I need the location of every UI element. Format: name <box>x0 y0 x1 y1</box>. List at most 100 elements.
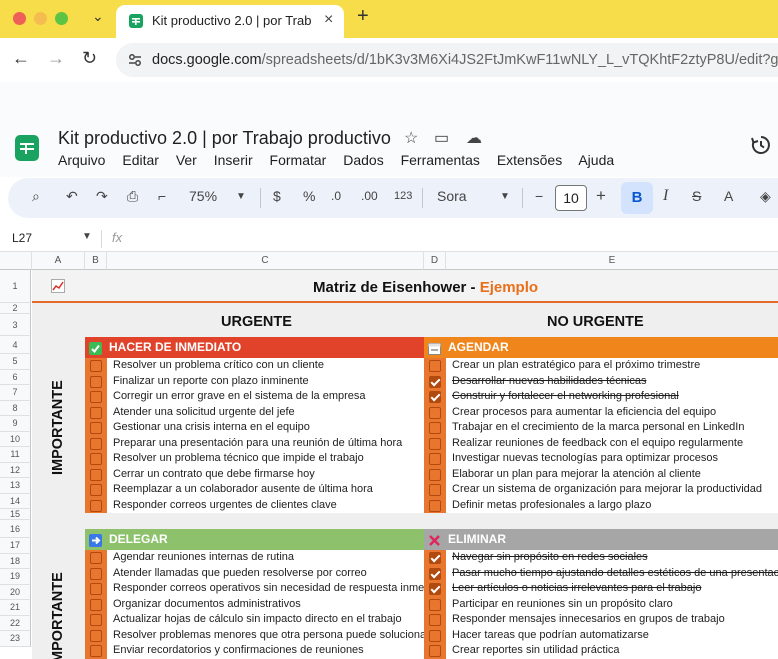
tab-search-chevron-icon[interactable]: ⌄ <box>92 8 104 25</box>
row-header[interactable]: 10 <box>0 431 31 447</box>
task-checkbox[interactable] <box>429 437 441 450</box>
address-bar[interactable]: docs.google.com/spreadsheets/d/1bK3v3M6X… <box>116 43 778 77</box>
task-checkbox[interactable] <box>90 499 102 512</box>
menu-ver[interactable]: Ver <box>176 152 197 168</box>
row-header[interactable]: 6 <box>0 369 31 385</box>
task-row[interactable]: Crear procesos para aumentar la eficienc… <box>446 404 778 420</box>
task-checkbox[interactable] <box>429 583 441 595</box>
task-checkbox[interactable] <box>90 583 102 595</box>
percent-format-button[interactable]: % <box>303 188 315 204</box>
document-title[interactable]: Kit productivo 2.0 | por Trabajo product… <box>58 128 391 149</box>
font-chevron-down-icon[interactable]: ▼ <box>500 191 510 202</box>
cloud-status-icon[interactable]: ☁ <box>466 128 482 148</box>
task-row[interactable]: Trabajar en el crecimiento de la marca p… <box>446 420 778 436</box>
task-row[interactable]: Crear un sistema de organización para me… <box>446 482 778 498</box>
reload-icon[interactable]: ↻ <box>82 48 97 69</box>
back-arrow-icon[interactable]: ← <box>12 48 30 69</box>
row-header[interactable]: 3 <box>0 314 31 336</box>
task-checkbox[interactable] <box>90 468 102 481</box>
row-header[interactable]: 17 <box>0 538 31 554</box>
move-folder-icon[interactable]: ▭ <box>434 128 449 148</box>
site-settings-icon[interactable] <box>126 51 144 69</box>
new-tab-button[interactable]: + <box>357 5 369 28</box>
task-checkbox[interactable] <box>429 360 441 372</box>
fill-color-icon[interactable]: ◈ <box>760 188 771 205</box>
task-row[interactable]: Definir metas profesionales a largo plaz… <box>446 497 778 513</box>
row-header[interactable]: 8 <box>0 400 31 416</box>
italic-button[interactable]: I <box>663 187 668 205</box>
task-row[interactable]: Pasar mucho tiempo ajustando detalles es… <box>446 565 778 581</box>
task-checkbox[interactable] <box>429 468 441 481</box>
zoom-chevron-down-icon[interactable]: ▼ <box>236 191 246 202</box>
task-checkbox[interactable] <box>90 567 102 580</box>
star-icon[interactable]: ☆ <box>404 128 418 148</box>
row-header[interactable]: 4 <box>0 336 31 354</box>
task-row[interactable]: Preparar una presentación para una reuni… <box>107 435 424 451</box>
task-row[interactable]: Atender una solicitud urgente del jefe <box>107 404 424 420</box>
minimize-window-button[interactable] <box>34 12 47 25</box>
more-formats-button[interactable]: 123 <box>394 190 412 202</box>
row-header[interactable]: 9 <box>0 416 31 432</box>
task-row[interactable]: Actualizar hojas de cálculo sin impacto … <box>107 612 424 628</box>
row-header[interactable]: 22 <box>0 615 31 631</box>
row-header[interactable]: 14 <box>0 493 31 509</box>
task-row[interactable]: Resolver un problema técnico que impide … <box>107 451 424 467</box>
column-header-b[interactable]: B <box>85 252 107 270</box>
undo-icon[interactable]: ↶ <box>66 188 78 205</box>
task-checkbox[interactable] <box>429 406 441 419</box>
paint-format-icon[interactable]: ⌐ <box>158 188 166 204</box>
row-header[interactable]: 20 <box>0 584 31 600</box>
task-checkbox[interactable] <box>90 437 102 450</box>
task-row[interactable]: Corregir un error grave en el sistema de… <box>107 389 424 405</box>
task-checkbox[interactable] <box>429 614 441 626</box>
name-box-chevron-icon[interactable]: ▼ <box>82 231 92 242</box>
task-checkbox[interactable] <box>90 391 102 403</box>
menu-editar[interactable]: Editar <box>122 152 159 168</box>
task-row[interactable]: Participar en reuniones sin un propósito… <box>446 596 778 612</box>
menu-formatar[interactable]: Formatar <box>270 152 327 168</box>
task-row[interactable]: Construir y fortalecer el networking pro… <box>446 389 778 405</box>
task-row[interactable]: Atender llamadas que pueden resolverse p… <box>107 565 424 581</box>
task-row[interactable]: Crear un plan estratégico para el próxim… <box>446 358 778 374</box>
column-header-a[interactable]: A <box>32 252 85 270</box>
task-row[interactable]: Leer artículos o noticias irrelevantes p… <box>446 581 778 597</box>
print-icon[interactable]: ⎙ <box>127 188 138 205</box>
row-header[interactable]: 15 <box>0 509 31 520</box>
forward-arrow-icon[interactable]: → <box>47 48 65 69</box>
task-row[interactable]: Responder correos urgentes de clientes c… <box>107 497 424 513</box>
task-checkbox[interactable] <box>429 453 441 465</box>
menu-extensoes[interactable]: Extensões <box>497 152 562 168</box>
task-checkbox[interactable] <box>90 614 102 626</box>
task-checkbox[interactable] <box>90 484 102 496</box>
row-header[interactable]: 21 <box>0 600 31 616</box>
task-row[interactable]: Enviar recordatorios y confirmaciones de… <box>107 643 424 659</box>
maximize-window-button[interactable] <box>55 12 68 25</box>
row-header[interactable]: 1 <box>0 270 31 303</box>
task-row[interactable]: Responder mensajes innecesarios en grupo… <box>446 612 778 628</box>
search-menus-icon[interactable]: ⌕ <box>32 188 40 205</box>
menu-ajuda[interactable]: Ajuda <box>578 152 614 168</box>
task-row[interactable]: Resolver un problema crítico con un clie… <box>107 358 424 374</box>
select-all-corner[interactable] <box>0 252 32 270</box>
row-header[interactable]: 16 <box>0 520 31 538</box>
task-checkbox[interactable] <box>90 422 102 434</box>
column-header-e[interactable]: E <box>446 252 778 270</box>
bold-button[interactable]: B <box>621 182 653 214</box>
task-row[interactable]: Realizar reuniones de feedback con el eq… <box>446 435 778 451</box>
row-header[interactable]: 5 <box>0 354 31 370</box>
row-header[interactable]: 11 <box>0 447 31 463</box>
task-checkbox[interactable] <box>429 567 441 580</box>
task-checkbox[interactable] <box>90 598 102 611</box>
task-row[interactable]: Hacer tareas que podrían automatizarse <box>446 627 778 643</box>
increase-font-size-button[interactable]: + <box>596 186 606 206</box>
column-header-d[interactable]: D <box>424 252 446 270</box>
task-row[interactable]: Elaborar un plan para mejorar la atenció… <box>446 466 778 482</box>
task-checkbox[interactable] <box>429 598 441 611</box>
menu-inserir[interactable]: Inserir <box>214 152 253 168</box>
task-row[interactable]: Desarrollar nuevas habilidades técnicas <box>446 373 778 389</box>
row-header[interactable]: 13 <box>0 478 31 494</box>
redo-icon[interactable]: ↷ <box>96 188 108 205</box>
task-checkbox[interactable] <box>90 375 102 388</box>
task-checkbox[interactable] <box>90 645 102 657</box>
strikethrough-button[interactable]: S <box>692 188 701 204</box>
